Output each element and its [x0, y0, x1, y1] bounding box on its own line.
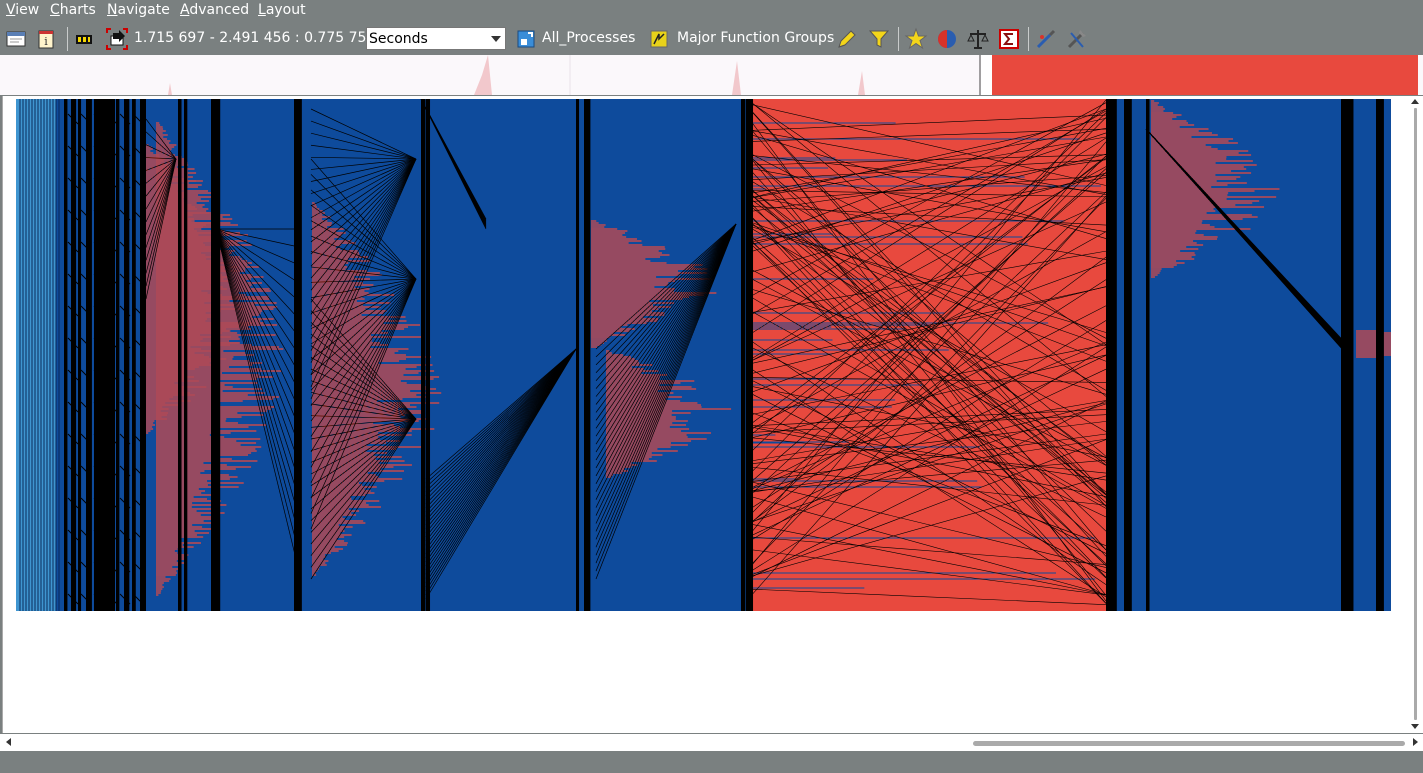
scroll-up-arrow-icon[interactable] [1411, 99, 1419, 104]
menu-layout[interactable]: Layout [258, 2, 306, 18]
chevron-down-icon [491, 36, 501, 42]
time-range-readout: 1.715 697 - 2.491 456 : 0.775 759 [134, 30, 376, 46]
process-column [78, 99, 82, 611]
process-column [1111, 99, 1117, 611]
scroll-left-arrow-icon[interactable] [6, 738, 11, 746]
process-column [216, 99, 221, 611]
process-column [1146, 99, 1150, 611]
timeline-overview[interactable] [0, 55, 1423, 95]
overview-selection[interactable] [992, 55, 1418, 95]
scroll-down-arrow-icon[interactable] [1411, 724, 1419, 729]
process-column [298, 99, 302, 611]
process-column [64, 99, 68, 611]
process-column [421, 99, 426, 611]
process-column [86, 99, 92, 611]
menu-view[interactable]: View [6, 2, 39, 18]
status-bar [0, 751, 1423, 773]
process-group-label[interactable]: All_Processes [542, 30, 635, 46]
process-column [1341, 99, 1347, 611]
process-column [746, 99, 754, 611]
process-column [584, 99, 591, 611]
menu-navigate[interactable]: Navigate [107, 2, 170, 18]
toolbar-separator [1028, 27, 1029, 51]
toolbar-separator [67, 27, 68, 51]
film-icon[interactable] [72, 27, 96, 51]
time-unit-select[interactable]: Seconds [366, 27, 506, 50]
scales-icon[interactable] [966, 27, 990, 51]
timeline-chart[interactable] [16, 99, 1391, 611]
zoom-export-icon[interactable] [105, 27, 129, 51]
horizontal-scroll-thumb[interactable] [973, 741, 1405, 746]
scroll-right-arrow-icon[interactable] [1413, 738, 1418, 746]
process-column [1124, 99, 1132, 611]
process-column [576, 99, 580, 611]
highlight-icon[interactable] [835, 27, 859, 51]
function-group-label[interactable]: Major Function Groups [677, 30, 834, 46]
process-group-icon[interactable] [514, 27, 538, 51]
process-column [101, 99, 109, 611]
process-column [1376, 99, 1384, 611]
function-group-icon[interactable] [647, 27, 671, 51]
compare-icon[interactable] [935, 27, 959, 51]
svg-text:i: i [44, 35, 48, 48]
time-unit-value: Seconds [369, 31, 428, 47]
timeline-panel [2, 96, 1407, 733]
process-column [178, 99, 182, 611]
process-column [132, 99, 136, 611]
info-icon[interactable]: i [34, 27, 58, 51]
menu-charts[interactable]: Charts [50, 2, 96, 18]
toolbar-separator [898, 27, 899, 51]
sum-icon[interactable] [997, 27, 1021, 51]
process-column [140, 99, 146, 611]
toolbar: i 1.715 697 - 2.491 456 : 0.775 759 Seco… [0, 23, 1423, 54]
open-trace-icon[interactable] [4, 27, 28, 51]
menu-advanced[interactable]: Advanced [180, 2, 249, 18]
star-icon[interactable] [904, 27, 928, 51]
horizontal-scrollbar[interactable] [0, 734, 1423, 751]
pipette-icon[interactable] [1034, 27, 1058, 51]
vertical-scrollbar[interactable] [1407, 96, 1423, 733]
filter-icon[interactable] [867, 27, 891, 51]
menu-bar: View Charts Navigate Advanced Layout [0, 0, 1423, 22]
process-column [741, 99, 746, 611]
process-column [116, 99, 120, 611]
tools-icon[interactable] [1065, 27, 1089, 51]
process-column [184, 99, 188, 611]
